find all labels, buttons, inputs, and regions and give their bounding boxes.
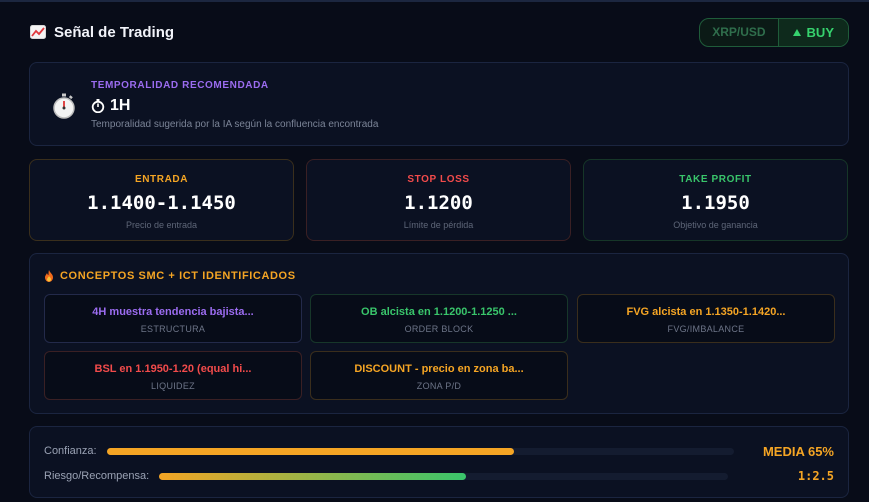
entry-label: ENTRADA [134,174,189,185]
risk-reward-row: Riesgo/Recompensa: 1:2.5 [44,468,834,484]
smc-item-text: FVG alcista en 1.1350-1.1420... [626,306,786,318]
entry-sub: Precio de entrada [125,220,198,230]
timeframe-card: TEMPORALIDAD RECOMENDADA 1H Temporalidad… [29,62,849,146]
meters-card: Confianza: MEDIA 65% Riesgo/Recompensa: … [29,426,849,498]
direction-badge: BUY [778,18,848,46]
risk-reward-fill [159,472,467,480]
signal-pill: XRP/USD BUY [699,17,849,47]
panel-header: Señal de Trading XRP/USD BUY [30,17,849,47]
timeframe-label: TEMPORALIDAD RECOMENDADA [91,80,269,91]
smc-item-text: BSL en 1.1950-1.20 (equal hi... [94,363,252,375]
smc-item-fvg-imbalance[interactable]: FVG alcista en 1.1350-1.1420... FVG/IMBA… [577,294,835,343]
smc-item-category: ZONA P/D [416,381,462,391]
smc-title-text: CONCEPTOS SMC + ICT IDENTIFICADOS [60,270,296,282]
stop-loss-value: 1.1200 [404,192,473,214]
take-profit-value: 1.1950 [681,192,750,214]
take-profit-card: TAKE PROFIT 1.1950 Objetivo de ganancia [583,159,848,241]
chart-icon [30,25,46,39]
smc-item-category: FVG/IMBALANCE [667,324,745,334]
triangle-up-icon [792,28,801,36]
direction-label: BUY [806,24,834,40]
confidence-row: Confianza: MEDIA 65% [44,443,834,459]
risk-reward-track [159,472,729,480]
smc-item-text: DISCOUNT - precio en zona ba... [354,363,524,375]
confidence-label: Confianza: [44,445,97,457]
confidence-track [106,447,734,455]
timeframe-description: Temporalidad sugerida por la IA según la… [91,119,379,130]
take-profit-sub: Objetivo de ganancia [673,220,758,230]
smc-item-category: ORDER BLOCK [404,324,474,334]
smc-item-zona-pd[interactable]: DISCOUNT - precio en zona ba... ZONA P/D [310,351,568,400]
trading-signal-panel: Señal de Trading XRP/USD BUY TEMPORALIDA… [0,0,869,502]
panel-title: Señal de Trading [54,23,175,41]
smc-item-text: OB alcista en 1.1200-1.1250 ... [361,306,517,318]
smc-item-category: ESTRUCTURA [140,324,206,334]
smc-title: CONCEPTOS SMC + ICT IDENTIFICADOS [44,270,296,282]
entry-card: ENTRADA 1.1400-1.1450 Precio de entrada [29,159,294,241]
fire-icon [44,270,54,282]
title-wrap: Señal de Trading [30,24,174,41]
smc-concepts-card: CONCEPTOS SMC + ICT IDENTIFICADOS 4H mue… [29,253,849,414]
risk-reward-label: Riesgo/Recompensa: [44,470,150,482]
smc-item-estructura[interactable]: 4H muestra tendencia bajista... ESTRUCTU… [44,294,302,343]
stop-loss-card: STOP LOSS 1.1200 Límite de pérdida [306,159,571,241]
stopwatch-icon [52,93,76,119]
smc-item-text: 4H muestra tendencia bajista... [92,306,254,318]
stop-loss-label: STOP LOSS [407,174,470,185]
take-profit-label: TAKE PROFIT [679,174,752,185]
confidence-fill [106,447,515,455]
timeframe-value: 1H [91,97,130,115]
stop-loss-sub: Límite de pérdida [403,220,474,230]
timeframe-value-text: 1H [110,97,131,114]
confidence-value: MEDIA 65% [762,443,834,459]
risk-reward-value: 1:2.5 [797,469,834,483]
smc-item-order-block[interactable]: OB alcista en 1.1200-1.1250 ... ORDER BL… [310,294,568,343]
stopwatch-small-icon [91,99,105,114]
entry-value: 1.1400-1.1450 [87,192,236,214]
pair-badge: XRP/USD [700,18,779,46]
smc-item-liquidez[interactable]: BSL en 1.1950-1.20 (equal hi... LIQUIDEZ [44,351,302,400]
smc-item-category: LIQUIDEZ [151,381,195,391]
